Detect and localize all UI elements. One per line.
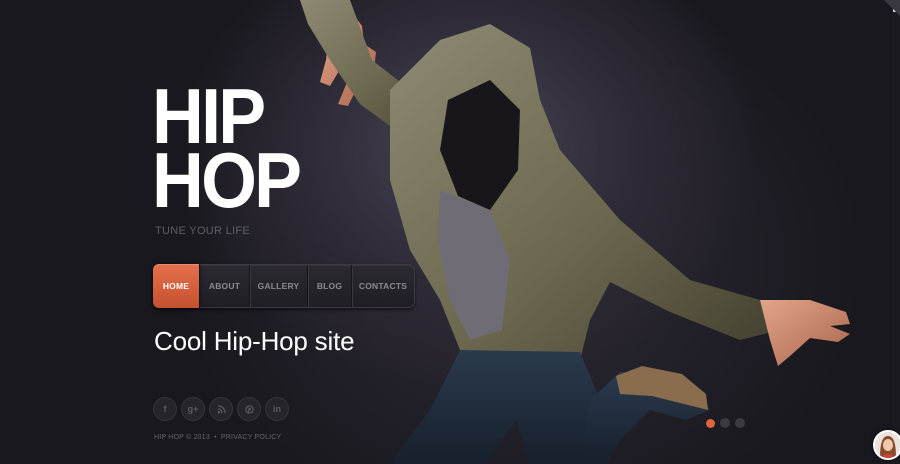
nav-item-home[interactable]: HOME (153, 264, 200, 308)
main-nav: HOME ABOUT GALLERY BLOG CONTACTS (153, 264, 415, 308)
nav-item-contacts[interactable]: CONTACTS (352, 265, 414, 307)
social-links: f g+ in (153, 397, 289, 421)
logo-line-2: HOP (152, 136, 302, 224)
slide-dot-2[interactable] (720, 418, 730, 428)
rss-icon[interactable] (209, 397, 233, 421)
nav-item-about[interactable]: ABOUT (200, 265, 250, 307)
slide-dot-3[interactable] (735, 418, 745, 428)
hero-headline: Cool Hip-Hop site (154, 326, 355, 356)
facebook-icon[interactable]: f (153, 397, 177, 421)
pinterest-icon[interactable] (237, 397, 261, 421)
site-tagline: TUNE YOUR LIFE (155, 225, 251, 237)
person-icon (875, 432, 900, 458)
slide-dot-1[interactable] (706, 419, 715, 428)
footer-separator: • (214, 434, 217, 441)
google-plus-icon[interactable]: g+ (181, 397, 205, 421)
corner-decoration (884, 0, 900, 16)
nav-item-gallery[interactable]: GALLERY (250, 265, 308, 307)
linkedin-icon[interactable]: in (265, 397, 289, 421)
scrollbar-track[interactable] (892, 0, 900, 464)
copyright-text: HIP HOP © 2013 (154, 434, 210, 441)
slider-pagination (706, 418, 745, 428)
dancer-image (300, 0, 850, 464)
site-logo[interactable]: HIP HOP (152, 77, 332, 224)
hero-stage: HIP HOP TUNE YOUR LIFE HOME ABOUT GALLER… (0, 0, 900, 464)
nav-item-blog[interactable]: BLOG (308, 265, 352, 307)
support-avatar[interactable] (873, 430, 900, 460)
privacy-policy-link[interactable]: PRIVACY POLICY (221, 434, 282, 441)
footer: HIP HOP © 2013 • PRIVACY POLICY (154, 434, 281, 441)
